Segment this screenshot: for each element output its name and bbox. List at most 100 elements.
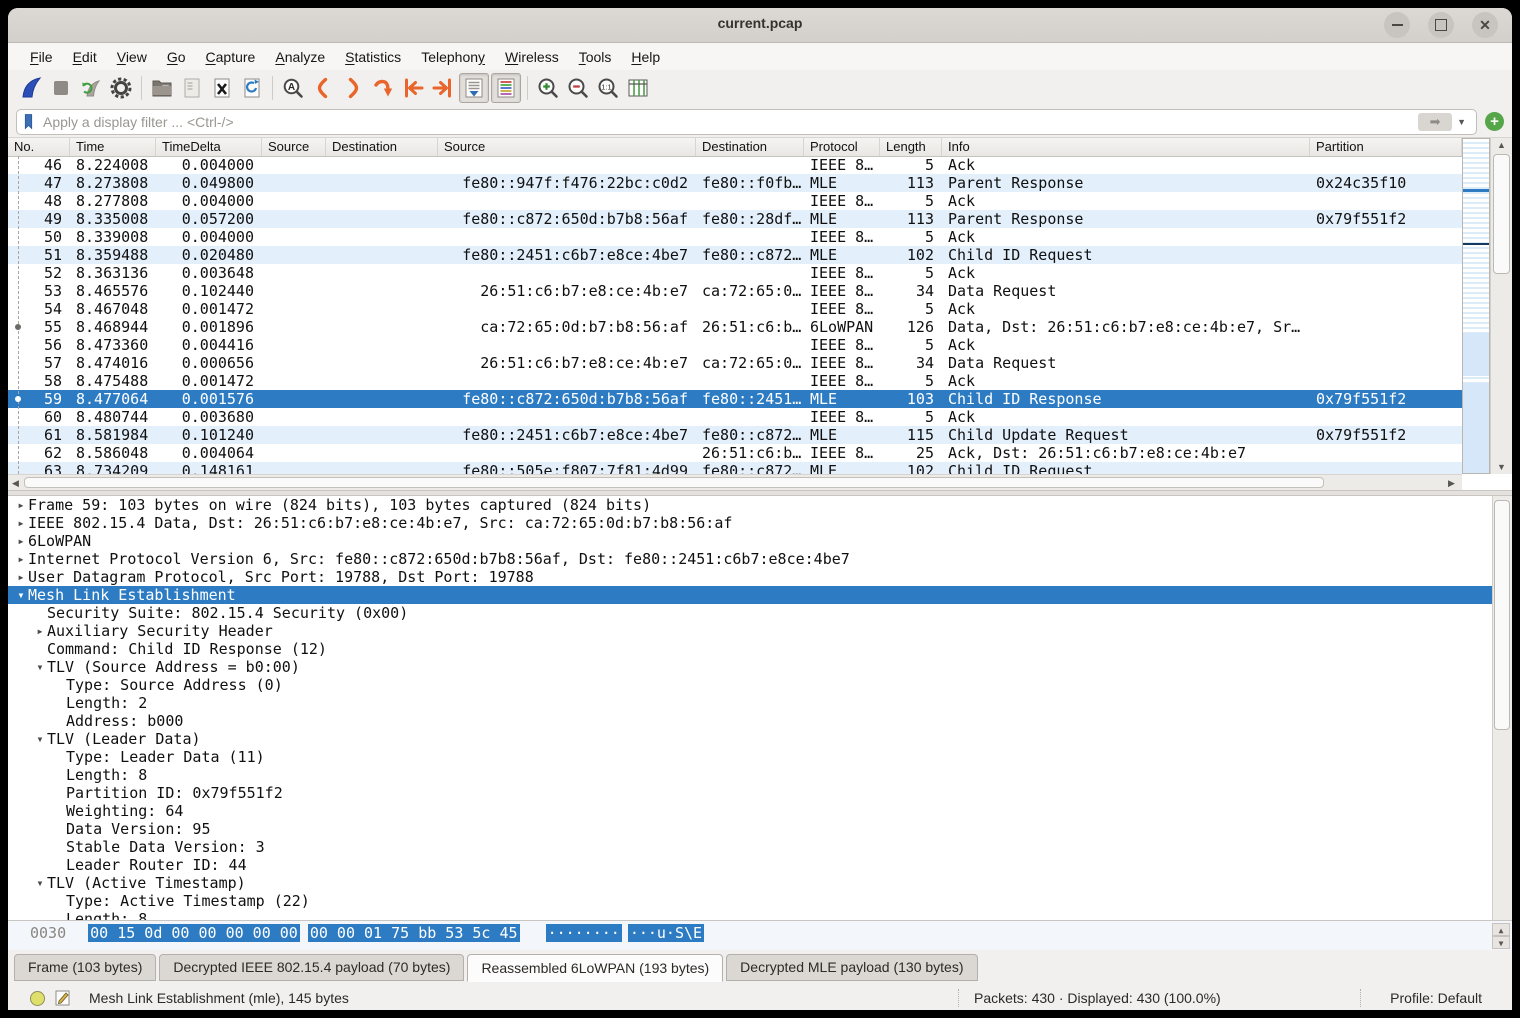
packet-row-60[interactable]: 608.4807440.003680IEEE 8…5Ack — [8, 408, 1462, 426]
detail-row[interactable]: Stable Data Version: 3 — [8, 838, 1512, 856]
status-profile[interactable]: Profile: Default — [1390, 990, 1482, 1006]
packet-row-46[interactable]: 468.2240080.004000IEEE 8…5Ack — [8, 156, 1462, 174]
packet-row-54[interactable]: 548.4670480.001472IEEE 8…5Ack — [8, 300, 1462, 318]
tree-collapsed-arrow-icon[interactable]: ▸ — [14, 532, 28, 550]
stop-capture-icon[interactable] — [47, 74, 75, 102]
tree-collapsed-arrow-icon[interactable]: ▸ — [14, 568, 28, 586]
menu-capture[interactable]: Capture — [196, 46, 266, 68]
menu-telephony[interactable]: Telephony — [411, 46, 495, 68]
menu-edit[interactable]: Edit — [63, 46, 107, 68]
packet-row-50[interactable]: 508.3390080.004000IEEE 8…5Ack — [8, 228, 1462, 246]
column-header-source[interactable]: Source — [438, 138, 696, 156]
colorize-icon[interactable] — [491, 73, 521, 103]
reload-file-icon[interactable] — [238, 74, 266, 102]
maximize-button[interactable] — [1428, 12, 1454, 38]
scroll-left-arrow-icon[interactable]: ◀ — [12, 477, 19, 489]
add-filter-button-plus-icon[interactable]: + — [1485, 112, 1504, 131]
column-header-info[interactable]: Info — [942, 138, 1310, 156]
expert-info-icon[interactable] — [30, 991, 45, 1006]
details-scroll-thumb[interactable] — [1494, 500, 1510, 730]
bookmark-icon[interactable] — [21, 113, 36, 130]
packet-row-59[interactable]: 598.4770640.001576fe80::c872:650d:b7b8:5… — [8, 390, 1462, 408]
menu-statistics[interactable]: Statistics — [335, 46, 411, 68]
close-file-icon[interactable] — [208, 74, 236, 102]
tree-collapsed-arrow-icon[interactable]: ▸ — [14, 550, 28, 568]
detail-row[interactable]: ▸User Datagram Protocol, Src Port: 19788… — [8, 568, 1512, 586]
packet-row-56[interactable]: 568.4733600.004416IEEE 8…5Ack — [8, 336, 1462, 354]
display-filter-input[interactable] — [41, 113, 1418, 131]
tree-collapsed-arrow-icon[interactable]: ▸ — [14, 514, 28, 532]
byte-tab-decrypted-ieee-802-15-4-payload-70-bytes[interactable]: Decrypted IEEE 802.15.4 payload (70 byte… — [159, 954, 464, 981]
detail-row[interactable]: ▾TLV (Source Address = b0:00) — [8, 658, 1512, 676]
auto-scroll-icon[interactable] — [459, 73, 489, 103]
packet-list-scroll-thumb[interactable] — [1493, 154, 1510, 274]
menu-analyze[interactable]: Analyze — [265, 46, 335, 68]
detail-row[interactable]: Length: 8 — [8, 910, 1512, 920]
column-header-length[interactable]: Length — [880, 138, 942, 156]
byte-tab-decrypted-mle-payload-130-bytes[interactable]: Decrypted MLE payload (130 bytes) — [726, 954, 977, 981]
menu-tools[interactable]: Tools — [569, 46, 622, 68]
packet-row-47[interactable]: 478.2738080.049800fe80::947f:f476:22bc:c… — [8, 174, 1462, 192]
detail-row[interactable]: Data Version: 95 — [8, 820, 1512, 838]
bytes-pane-scrollbar[interactable]: ▲ ▼ — [1492, 923, 1510, 949]
resize-columns-icon[interactable] — [624, 74, 652, 102]
packet-row-61[interactable]: 618.5819840.101240fe80::2451:c6b7:e8ce:4… — [8, 426, 1462, 444]
packet-row-52[interactable]: 528.3631360.003648IEEE 8…5Ack — [8, 264, 1462, 282]
find-packet-icon[interactable]: A — [279, 74, 307, 102]
go-last-icon[interactable] — [429, 74, 457, 102]
packet-row-57[interactable]: 578.4740160.00065626:51:c6:b7:e8:ce:4b:e… — [8, 354, 1462, 372]
detail-row[interactable]: Address: b000 — [8, 712, 1512, 730]
detail-row[interactable]: ▸Frame 59: 103 bytes on wire (824 bits),… — [8, 496, 1512, 514]
packet-list-hscroll-thumb[interactable] — [24, 477, 1324, 488]
detail-row[interactable]: ▾Mesh Link Establishment — [8, 586, 1512, 604]
display-filter-field[interactable]: ➡ ▼ — [16, 109, 1477, 135]
capture-options-icon[interactable] — [107, 74, 135, 102]
scroll-down-arrow-icon[interactable]: ▼ — [1492, 936, 1510, 949]
minimize-button[interactable] — [1384, 12, 1410, 38]
packet-list-vscrollbar[interactable]: ▲ ▼ — [1490, 138, 1512, 474]
capture-comment-icon[interactable] — [55, 990, 71, 1006]
detail-row[interactable]: Partition ID: 0x79f551f2 — [8, 784, 1512, 802]
packet-list-hscrollbar[interactable]: ◀ ▶ — [8, 474, 1462, 490]
packet-row-55[interactable]: 558.4689440.001896ca:72:65:0d:b7:b8:56:a… — [8, 318, 1462, 336]
details-vscrollbar[interactable] — [1492, 496, 1512, 920]
detail-row[interactable]: Leader Router ID: 44 — [8, 856, 1512, 874]
byte-tab-frame-103-bytes[interactable]: Frame (103 bytes) — [14, 954, 156, 981]
packet-row-53[interactable]: 538.4655760.10244026:51:c6:b7:e8:ce:4b:e… — [8, 282, 1462, 300]
hex-row[interactable]: 003000 15 0d 00 00 00 00 0000 00 01 75 b… — [8, 924, 704, 943]
detail-row[interactable]: Length: 2 — [8, 694, 1512, 712]
go-previous-icon[interactable] — [309, 74, 337, 102]
byte-tab-reassembled-6lowpan-193-bytes[interactable]: Reassembled 6LoWPAN (193 bytes) — [467, 954, 723, 982]
detail-row[interactable]: Length: 8 — [8, 766, 1512, 784]
column-header-destination[interactable]: Destination — [326, 138, 438, 156]
detail-row[interactable]: ▸Auxiliary Security Header — [8, 622, 1512, 640]
scroll-up-arrow-icon[interactable]: ▲ — [1491, 138, 1512, 152]
column-header-partition[interactable]: Partition — [1310, 138, 1462, 156]
detail-row[interactable]: ▾TLV (Leader Data) — [8, 730, 1512, 748]
menu-wireless[interactable]: Wireless — [495, 46, 569, 68]
start-capture-icon[interactable] — [17, 74, 45, 102]
detail-row[interactable]: Type: Source Address (0) — [8, 676, 1512, 694]
packet-row-58[interactable]: 588.4754880.001472IEEE 8…5Ack — [8, 372, 1462, 390]
zoom-original-icon[interactable]: 1:1 — [594, 74, 622, 102]
scroll-right-arrow-icon[interactable]: ▶ — [1448, 477, 1455, 489]
column-header-destination[interactable]: Destination — [696, 138, 804, 156]
packet-row-62[interactable]: 628.5860480.00406426:51:c6:b…IEEE 8…25Ac… — [8, 444, 1462, 462]
column-header-source[interactable]: Source — [262, 138, 326, 156]
menu-file[interactable]: File — [20, 46, 63, 68]
go-next-icon[interactable] — [339, 74, 367, 102]
restart-capture-icon[interactable] — [77, 74, 105, 102]
tree-expanded-arrow-icon[interactable]: ▾ — [33, 874, 47, 892]
detail-row[interactable]: ▾TLV (Active Timestamp) — [8, 874, 1512, 892]
detail-row[interactable]: ▸Internet Protocol Version 6, Src: fe80:… — [8, 550, 1512, 568]
tree-expanded-arrow-icon[interactable]: ▾ — [33, 658, 47, 676]
scroll-down-arrow-icon[interactable]: ▼ — [1491, 460, 1512, 474]
menu-view[interactable]: View — [107, 46, 157, 68]
open-file-icon[interactable] — [148, 74, 176, 102]
packet-row-48[interactable]: 488.2778080.004000IEEE 8…5Ack — [8, 192, 1462, 210]
apply-filter-icon[interactable]: ➡ — [1418, 113, 1452, 131]
menu-go[interactable]: Go — [157, 46, 196, 68]
column-header-time[interactable]: Time — [70, 138, 156, 156]
save-file-icon[interactable] — [178, 74, 206, 102]
filter-dropdown-caret-icon[interactable]: ▼ — [1457, 117, 1466, 127]
